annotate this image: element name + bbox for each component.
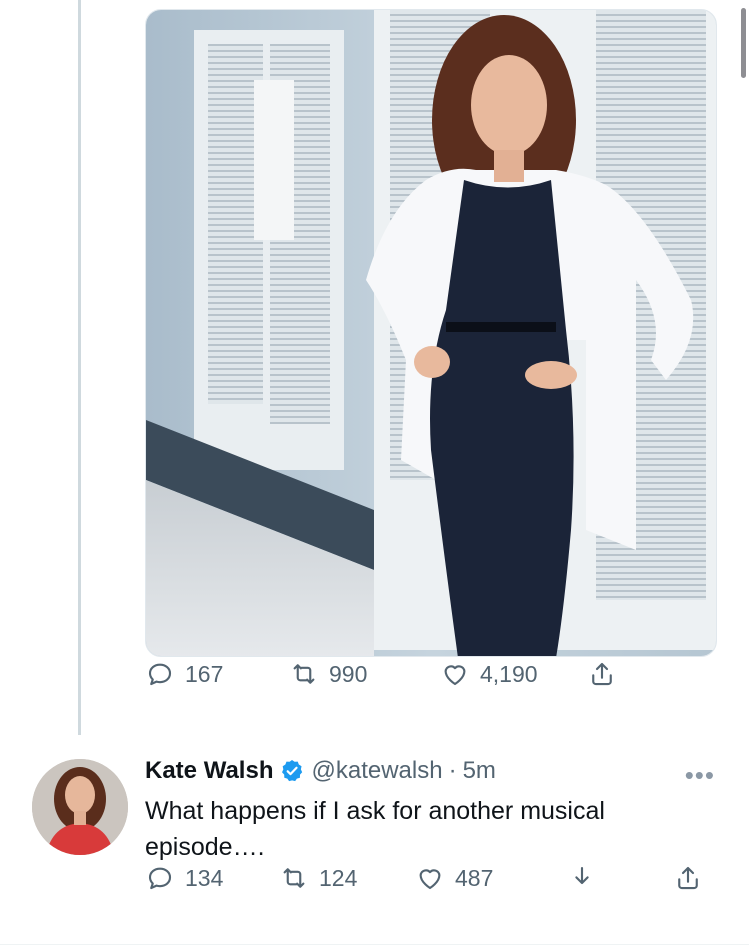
avatar-image — [32, 759, 128, 855]
tweet2-share-button[interactable] — [673, 863, 703, 893]
scrollbar[interactable] — [741, 8, 746, 78]
tweet1-reply-button[interactable]: 167 — [145, 659, 223, 689]
tweet-time[interactable]: 5m — [463, 757, 496, 785]
tweet1-like-button[interactable]: 4,190 — [440, 659, 538, 689]
thread-line — [78, 0, 81, 735]
author-name[interactable]: Kate Walsh — [145, 757, 273, 785]
heart-icon — [419, 869, 441, 890]
tweet2-reply-count: 134 — [185, 864, 224, 891]
heart-icon — [444, 665, 466, 686]
photo-image — [146, 10, 716, 656]
tweet1-retweet-count: 990 — [329, 660, 368, 687]
retweet-icon — [283, 868, 305, 888]
download-icon — [575, 866, 589, 885]
reply-icon — [148, 663, 172, 686]
tweet2-retweet-button[interactable]: 124 — [279, 863, 357, 893]
tweet1-share-button[interactable] — [587, 659, 617, 689]
tweet2-like-count: 487 — [455, 864, 494, 891]
tweet1-reply-count: 167 — [185, 660, 224, 687]
tweet2-reply-button[interactable]: 134 — [145, 863, 223, 893]
tweet-photo[interactable] — [145, 9, 717, 657]
share-icon — [592, 662, 612, 686]
tweet1-retweet-button[interactable]: 990 — [289, 659, 367, 689]
more-icon[interactable]: ••• — [685, 760, 715, 791]
retweet-icon — [293, 664, 315, 684]
reply-icon — [148, 867, 172, 890]
author-handle[interactable]: @katewalsh — [311, 757, 442, 785]
tweet2-download-button[interactable] — [567, 863, 597, 893]
avatar[interactable] — [32, 759, 128, 855]
share-icon — [678, 866, 698, 890]
tweet2-retweet-count: 124 — [319, 864, 358, 891]
header-separator: · — [448, 757, 457, 784]
tweet2-like-button[interactable]: 487 — [415, 863, 493, 893]
verified-badge-icon — [282, 759, 303, 782]
tweet1-like-count: 4,190 — [480, 660, 538, 687]
tweet2-header: Kate Walsh @katewalsh · 5m — [145, 757, 496, 785]
tweet2-text: What happens if I ask for another musica… — [145, 797, 605, 861]
